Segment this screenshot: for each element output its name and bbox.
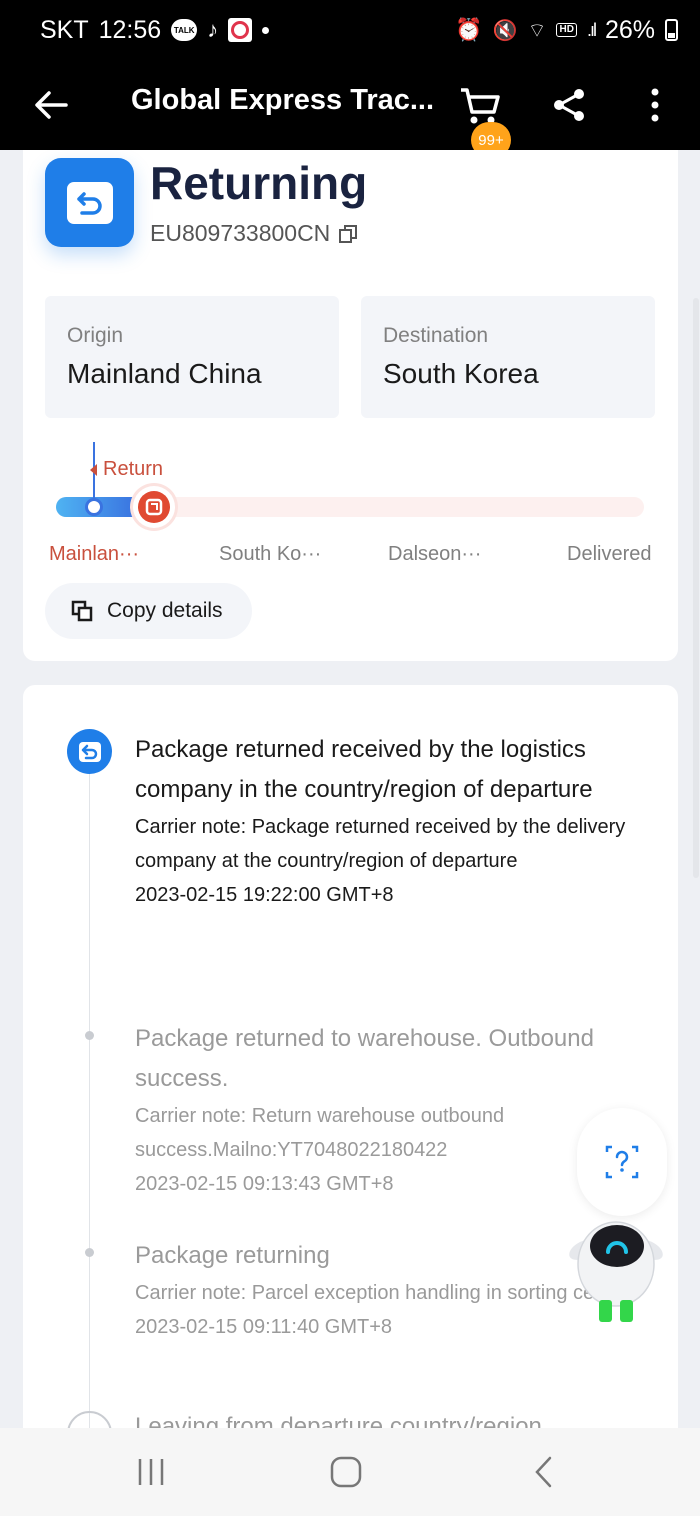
recents-button[interactable] (121, 1452, 181, 1492)
clock: 12:56 (98, 15, 162, 44)
tracking-number-text: EU809733800CN (150, 220, 331, 246)
mute-icon: 🔇 (492, 19, 518, 42)
destination-box: Destination South Korea (361, 296, 655, 418)
home-icon (330, 1456, 362, 1488)
shipment-status: Returning (150, 157, 368, 209)
battery-percent: 26% (604, 15, 655, 44)
origin-box: Origin Mainland China (45, 296, 339, 418)
alarm-icon: ⏰ (455, 17, 483, 42)
timeline-card: Package returned received by the logisti… (23, 685, 678, 1445)
current-position-marker (133, 486, 175, 528)
help-question-icon (605, 1145, 639, 1179)
return-arrow-icon (76, 191, 102, 215)
app-notification-icon (228, 18, 253, 42)
signal-icon: .ıl (586, 19, 597, 40)
stage-origin: Mainlan··· (49, 543, 140, 565)
status-left: SKT 12:56 TALK ♪ (40, 15, 270, 45)
origin-marker (85, 498, 103, 516)
system-back-button[interactable] (514, 1452, 574, 1492)
stage-delivered: Delivered (567, 543, 652, 565)
carrier-name: SKT (40, 15, 89, 44)
help-button[interactable] (577, 1108, 667, 1216)
timeline-line (89, 769, 90, 1445)
origin-value: Mainland China (67, 358, 262, 389)
timeline-dot (85, 1031, 94, 1040)
timeline-event: Package returned to warehouse. Outbound … (135, 1019, 635, 1201)
more-vertical-icon (651, 88, 659, 122)
event-title: Package returned to warehouse. Outbound … (135, 1025, 594, 1092)
stage-destination-country: South Ko··· (219, 543, 322, 565)
timeline-event: Package returned received by the logisti… (135, 730, 635, 912)
destination-label: Destination (383, 324, 489, 347)
app-title: Global Express Trac... (131, 84, 435, 116)
stage-local-office: Dalseon··· (388, 543, 482, 565)
cart-icon (461, 88, 500, 124)
copy-icon (71, 600, 93, 622)
copy-icon[interactable] (338, 224, 358, 244)
copy-details-button[interactable]: Copy details (45, 583, 252, 639)
summary-card: Returning EU809733800CN Origin Mainland … (23, 150, 678, 661)
event-note: Carrier note: Return warehouse outbound … (135, 1105, 505, 1161)
return-label: Return (90, 458, 163, 481)
back-button[interactable] (26, 80, 76, 130)
status-right: ⏰ 🔇 ⌔ HD .ıl 26% (455, 16, 678, 45)
system-nav-bar (0, 1428, 700, 1516)
timeline-dot (85, 1248, 94, 1257)
share-icon (554, 89, 584, 121)
wifi-icon: ⌔ (527, 19, 547, 42)
talk-icon: TALK (171, 19, 198, 41)
app-bar: Global Express Trac... 99+ (0, 60, 700, 158)
return-status-icon (45, 158, 134, 247)
return-status-icon (67, 729, 112, 774)
return-arrow-icon (78, 741, 101, 762)
tracking-number: EU809733800CN (150, 220, 358, 247)
recents-icon (138, 1459, 164, 1485)
more-options-button[interactable] (632, 80, 678, 130)
more-notifications-icon (262, 26, 270, 34)
back-chevron-icon (535, 1456, 552, 1488)
back-arrow-icon (35, 91, 68, 119)
destination-value: South Korea (383, 358, 539, 389)
event-note: Carrier note: Package returned received … (135, 816, 626, 872)
share-button[interactable] (544, 80, 594, 130)
hd-voice-icon: HD (556, 23, 577, 37)
package-return-icon (145, 498, 163, 516)
event-time: 2023-02-15 19:22:00 GMT+8 (135, 884, 394, 906)
event-time: 2023-02-15 09:13:43 GMT+8 (135, 1173, 394, 1195)
notification-icon: ♪ (207, 17, 219, 42)
copy-details-label: Copy details (107, 599, 223, 622)
home-button[interactable] (316, 1452, 376, 1492)
status-bar: SKT 12:56 TALK ♪ ⏰ 🔇 ⌔ HD .ıl 26% (0, 0, 700, 60)
battery-icon (665, 19, 678, 41)
assistant-robot-icon[interactable] (560, 1212, 672, 1326)
scrollbar[interactable] (693, 298, 699, 878)
origin-label: Origin (67, 324, 124, 347)
event-title: Package returned received by the logisti… (135, 736, 593, 803)
